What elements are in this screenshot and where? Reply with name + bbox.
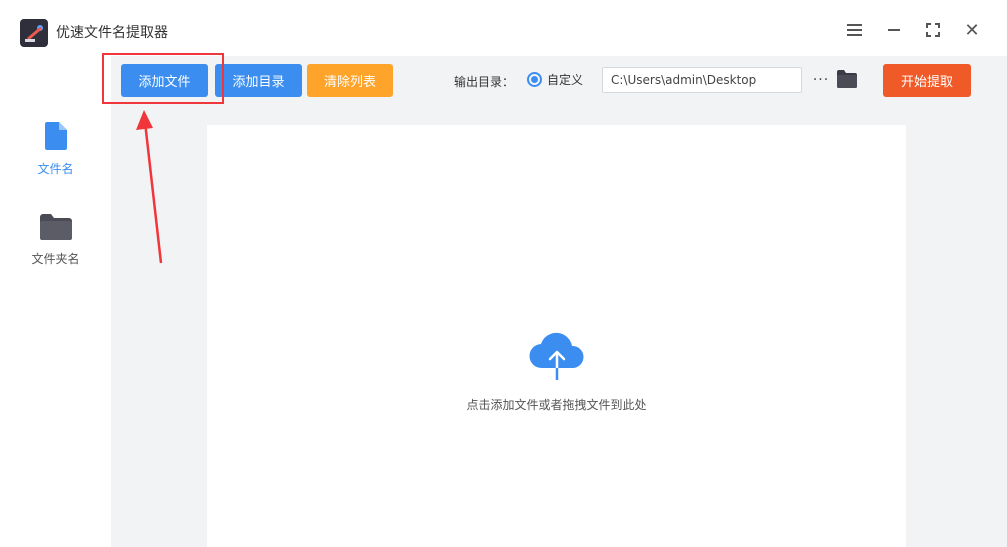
output-dir-label: 输出目录： [454, 75, 515, 89]
cloud-upload-icon [527, 330, 587, 382]
close-icon[interactable]: ✕ [958, 16, 986, 44]
app-logo-icon [20, 19, 48, 47]
app-title: 优速文件名提取器 [56, 25, 168, 41]
sidebar-item-foldername[interactable]: 文件夹名 [0, 214, 111, 267]
clear-list-button[interactable]: 清除列表 [307, 64, 393, 97]
custom-output-radio[interactable]: 自定义 [527, 71, 583, 88]
output-path-input[interactable] [602, 67, 802, 93]
minimize-icon[interactable] [880, 16, 908, 44]
sidebar-item-label: 文件名 [37, 162, 74, 176]
maximize-icon[interactable] [919, 16, 947, 44]
more-options-button[interactable]: ··· [811, 67, 831, 93]
radio-label: 自定义 [547, 73, 584, 87]
open-folder-icon[interactable] [837, 70, 857, 90]
drop-zone-hint: 点击添加文件或者拖拽文件到此处 [466, 398, 647, 412]
sidebar-item-filename[interactable]: 文件名 [0, 122, 111, 177]
title-bar: 优速文件名提取器 ✕ [0, 0, 1007, 56]
toolbar: 添加文件 添加目录 清除列表 输出目录： 自定义 ··· 开始提取 [111, 56, 1007, 106]
app-window: 优速文件名提取器 ✕ 文件名 文件夹名 添加文件 添加目录 清除列表 输出目录：… [0, 0, 1007, 547]
file-icon [44, 122, 67, 150]
add-file-button[interactable]: 添加文件 [121, 64, 208, 97]
radio-indicator[interactable] [527, 72, 542, 87]
folder-icon [39, 214, 72, 240]
start-extract-button[interactable]: 开始提取 [883, 64, 971, 97]
hamburger-menu-icon[interactable] [840, 16, 868, 44]
sidebar-item-label: 文件夹名 [31, 252, 80, 266]
sidebar: 文件名 文件夹名 [0, 56, 111, 547]
file-drop-zone[interactable]: 点击添加文件或者拖拽文件到此处 [207, 125, 906, 547]
add-directory-button[interactable]: 添加目录 [215, 64, 302, 97]
